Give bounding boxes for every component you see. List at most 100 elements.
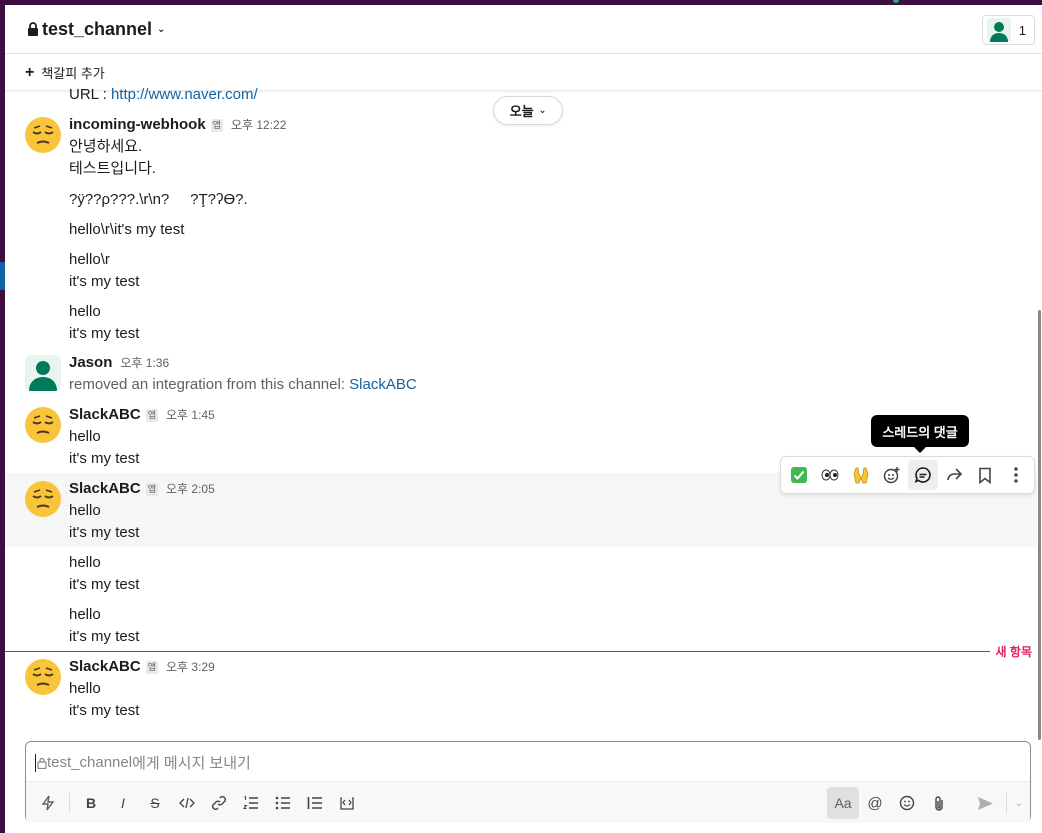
person-icon <box>989 22 1008 42</box>
message-text: it's my test <box>69 628 140 645</box>
avatar[interactable] <box>25 407 61 443</box>
sender-name[interactable]: SlackABC <box>69 478 141 500</box>
sender-name[interactable]: SlackABC <box>69 404 141 426</box>
code-block-icon <box>340 796 354 810</box>
member-avatar <box>986 18 1011 42</box>
message-actions-toolbar <box>780 456 1035 494</box>
chevron-down-icon: ⌄ <box>1014 797 1024 809</box>
message-text: it's my test <box>69 702 140 719</box>
reply-in-thread-button[interactable] <box>907 460 939 490</box>
shortcuts-button[interactable] <box>32 788 64 818</box>
new-messages-divider <box>5 651 990 652</box>
italic-icon: I <box>121 794 125 811</box>
message-header: SlackABC 앱 오후 2:05 <box>69 478 215 500</box>
integration-link[interactable]: SlackABC <box>349 376 417 393</box>
ordered-list-button[interactable] <box>235 788 267 818</box>
more-actions-button[interactable] <box>1000 460 1031 490</box>
sender-name[interactable]: incoming-webhook <box>69 114 206 136</box>
avatar[interactable] <box>25 481 61 517</box>
mention-button[interactable]: @ <box>859 788 891 818</box>
timestamp[interactable]: 오후 3:29 <box>166 656 215 678</box>
timestamp[interactable]: 오후 12:22 <box>231 114 286 136</box>
send-button[interactable] <box>969 788 1001 818</box>
timestamp[interactable]: 오후 1:36 <box>120 352 169 374</box>
app-badge: 앱 <box>210 118 223 132</box>
attach-button[interactable] <box>923 788 955 818</box>
pensive-face-icon <box>25 117 61 153</box>
send-options-button[interactable]: ⌄ <box>1012 788 1026 818</box>
sidebar-edge <box>0 0 5 833</box>
eyes-icon <box>821 469 839 481</box>
channel-header: test_channel ⌄ 1 <box>5 5 1042 54</box>
bold-button[interactable]: B <box>75 788 107 818</box>
sender-name[interactable]: SlackABC <box>69 656 141 678</box>
message-text: hello <box>69 303 101 320</box>
italic-button[interactable]: I <box>107 788 139 818</box>
scrollbar[interactable] <box>1038 310 1041 740</box>
system-message-text: removed an integration from this channel… <box>69 376 417 393</box>
message-input[interactable]: test_channel 에게 메시지 보내기 <box>35 752 251 773</box>
share-icon <box>947 468 962 481</box>
raised-hands-icon <box>853 467 869 484</box>
app-badge: 앱 <box>145 660 158 674</box>
strikethrough-button[interactable]: S <box>139 788 171 818</box>
eyes-emoji-button[interactable] <box>815 460 846 490</box>
avatar[interactable] <box>25 659 61 695</box>
white-check-mark-icon <box>791 467 808 483</box>
date-divider-button[interactable]: 오늘 ⌄ <box>493 96 563 125</box>
toolbar-divider <box>69 792 70 813</box>
channel-name-button[interactable]: test_channel ⌄ <box>27 19 165 40</box>
members-button[interactable]: 1 <box>981 15 1035 45</box>
blockquote-button[interactable] <box>299 788 331 818</box>
code-button[interactable] <box>171 788 203 818</box>
message-header: incoming-webhook 앱 오후 12:22 <box>69 114 286 136</box>
avatar[interactable] <box>25 117 61 153</box>
message-text: hello <box>69 606 101 623</box>
emoji-button[interactable] <box>891 788 923 818</box>
url-link[interactable]: http://www.naver.com/ <box>111 86 258 103</box>
chevron-down-icon: ⌄ <box>157 23 166 35</box>
message-text: it's my test <box>69 273 140 290</box>
pensive-face-icon <box>25 481 61 517</box>
message-text: hello <box>69 502 101 519</box>
lightning-icon <box>41 795 55 810</box>
lock-icon <box>28 22 38 36</box>
add-bookmark-button[interactable]: 책갈피 추가 <box>41 63 104 82</box>
share-message-button[interactable] <box>938 460 969 490</box>
at-sign-icon: @ <box>867 794 883 812</box>
message-text: it's my test <box>69 576 140 593</box>
white-check-mark-emoji-button[interactable] <box>784 460 815 490</box>
chevron-down-icon: ⌄ <box>538 105 547 115</box>
save-message-button[interactable] <box>969 460 1000 490</box>
bulleted-list-button[interactable] <box>267 788 299 818</box>
text-cursor <box>35 753 36 772</box>
timestamp[interactable]: 오후 2:05 <box>166 478 215 500</box>
bookmark-icon <box>978 467 991 484</box>
composer-actions: Aa @ ⌄ <box>827 787 1026 819</box>
paperclip-icon <box>935 795 943 811</box>
message-text: ?ÿ??ρ???.\r\n? ?Ţ?ʔӨ?. <box>69 191 248 208</box>
message-text: hello <box>69 428 101 445</box>
code-block-button[interactable] <box>331 788 363 818</box>
formatting-toggle-button[interactable]: Aa <box>827 787 859 819</box>
pensive-face-icon <box>25 659 61 695</box>
avatar[interactable] <box>25 355 61 391</box>
link-button[interactable] <box>203 788 235 818</box>
sender-name[interactable]: Jason <box>69 352 112 374</box>
tooltip-arrow <box>914 447 926 453</box>
plus-icon: + <box>25 63 35 81</box>
new-messages-label: 새 항목 <box>995 645 1032 659</box>
message-text: hello <box>69 554 101 571</box>
placeholder-text: 에게 메시지 보내기 <box>132 755 251 772</box>
timestamp[interactable]: 오후 1:45 <box>166 404 215 426</box>
message-text: 테스트입니다. <box>69 160 156 177</box>
lock-icon <box>37 757 47 769</box>
message-text: it's my test <box>69 450 140 467</box>
thread-reply-icon <box>914 467 931 483</box>
send-icon <box>977 796 993 810</box>
blockquote-icon <box>307 796 322 809</box>
message-header: Jason 오후 1:36 <box>69 352 169 374</box>
raised-hands-emoji-button[interactable] <box>846 460 877 490</box>
add-reaction-button[interactable] <box>877 460 908 490</box>
message-composer[interactable]: test_channel 에게 메시지 보내기 B I S Aa @ ⌄ <box>25 741 1031 823</box>
